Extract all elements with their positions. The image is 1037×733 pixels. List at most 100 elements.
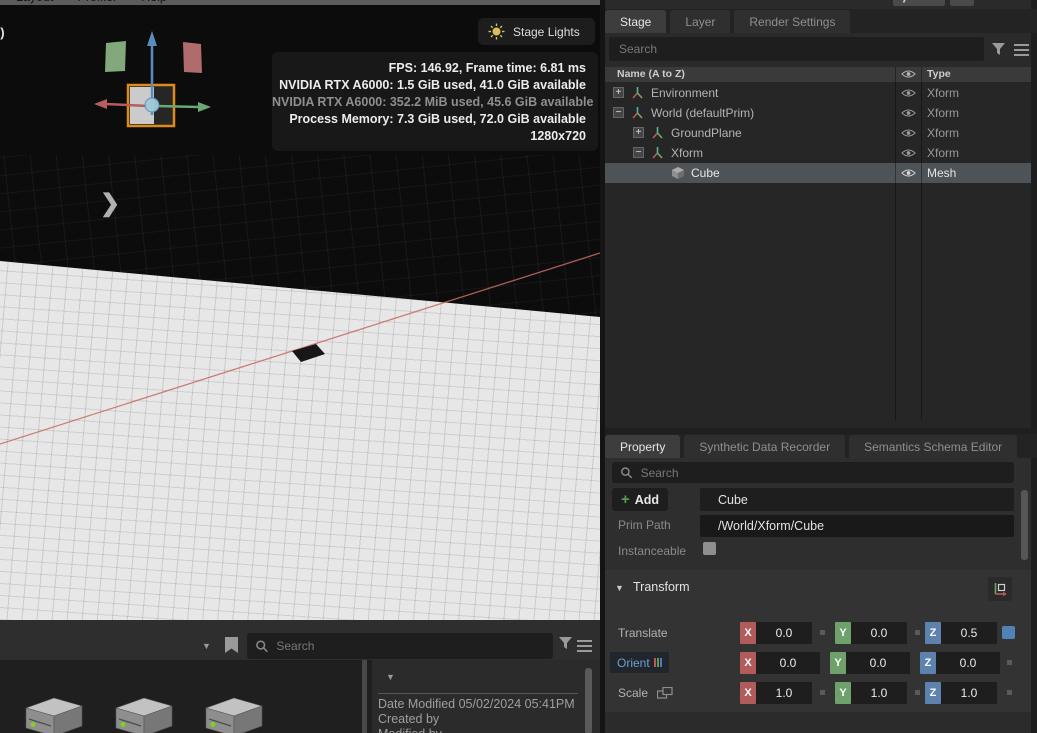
- options-menu-icon[interactable]: [577, 640, 592, 652]
- bookmark-icon[interactable]: [225, 637, 238, 653]
- transform-axis-button[interactable]: [988, 577, 1012, 601]
- stage-search-input[interactable]: [619, 42, 974, 56]
- drive-icon[interactable]: [202, 692, 264, 733]
- content-browser-search-input[interactable]: [268, 639, 545, 653]
- instanceable-checkbox[interactable]: [703, 542, 716, 555]
- tree-row-cube[interactable]: Cube Mesh: [605, 163, 1031, 183]
- scale-x-field[interactable]: 1.0: [756, 682, 812, 704]
- translate-x-field[interactable]: 0.0: [756, 622, 812, 644]
- orient-x-field[interactable]: 0.0: [756, 652, 820, 674]
- expand-icon[interactable]: +: [633, 127, 644, 138]
- prim-name: Environment: [651, 86, 718, 100]
- property-scrollbar[interactable]: [1021, 490, 1028, 560]
- prim-type: Xform: [927, 126, 959, 140]
- live-label: LIVE: [913, 0, 937, 3]
- visibility-eye-icon[interactable]: [901, 108, 916, 118]
- drives-grid: [0, 660, 362, 733]
- prim-path-field[interactable]: [700, 515, 1014, 537]
- scale-z-field[interactable]: 1.0: [941, 682, 997, 704]
- drive-icon[interactable]: [112, 692, 174, 733]
- column-name-header[interactable]: Name (A to Z): [617, 68, 685, 80]
- tree-row-xform[interactable]: − Xform Xform: [605, 143, 1031, 163]
- cache-state: ON: [1027, 0, 1037, 3]
- tab-stage[interactable]: Stage: [605, 10, 666, 33]
- separator-square: [820, 690, 825, 695]
- modified-by-text: Modified by: [378, 727, 442, 733]
- stage-tabbar: Stage Layer Render Settings: [605, 9, 1037, 33]
- titlebar-clip: LIVE CACHE: ON: [893, 0, 1037, 8]
- details-collapse-caret-icon[interactable]: ▼: [386, 672, 395, 682]
- property-search-input[interactable]: [633, 466, 1006, 480]
- scale-y-field[interactable]: 1.0: [851, 682, 907, 704]
- gizmo-plane-handle-red[interactable]: [183, 42, 202, 73]
- stage-filter-icon[interactable]: [991, 42, 1006, 57]
- content-browser-search[interactable]: [247, 633, 553, 659]
- content-browser-panel: ▼: [0, 620, 600, 733]
- prim-name: World (defaultPrim): [651, 106, 754, 120]
- gizmo-center-handle[interactable]: [145, 98, 159, 112]
- pane-splitter[interactable]: [362, 660, 367, 733]
- xform-icon: [651, 146, 664, 162]
- translate-z-field[interactable]: 0.5: [941, 622, 997, 644]
- modified-value-badge[interactable]: [1002, 626, 1015, 639]
- light-bulb-icon: [488, 23, 505, 40]
- translate-y-field[interactable]: 0.0: [851, 622, 907, 644]
- tab-render-settings[interactable]: Render Settings: [734, 10, 850, 33]
- titlebar-extra-button[interactable]: [950, 0, 974, 6]
- right-panel: LIVE CACHE: ON Stage Layer Render Settin…: [605, 0, 1037, 733]
- column-visibility-header-eye-icon[interactable]: [901, 69, 916, 79]
- orient-z-field[interactable]: 0.0: [936, 652, 1000, 674]
- toolbar-expand-chevron-icon[interactable]: ❯: [100, 189, 120, 218]
- prim-name: Xform: [671, 146, 703, 160]
- stage-options-icon[interactable]: [1014, 44, 1029, 56]
- stage-lights-button[interactable]: Stage Lights: [478, 18, 595, 45]
- column-divider: [895, 67, 896, 420]
- visibility-eye-icon[interactable]: [901, 128, 916, 138]
- menu-help[interactable]: Help: [141, 0, 167, 4]
- transform-header[interactable]: ▼ Transform: [605, 577, 1031, 601]
- details-scrollbar[interactable]: [585, 668, 592, 733]
- visibility-eye-icon[interactable]: [901, 88, 916, 98]
- drive-icon[interactable]: [22, 692, 84, 733]
- visibility-eye-icon[interactable]: [901, 168, 916, 178]
- link-scale-icon[interactable]: [657, 687, 673, 699]
- collapse-icon[interactable]: −: [633, 147, 644, 158]
- tree-row-groundplane[interactable]: + GroundPlane Xform: [605, 123, 1031, 143]
- prim-name-field[interactable]: [700, 488, 1014, 511]
- omniverse-window: Layout Profiler Help: [0, 0, 1037, 733]
- dropdown-caret-icon[interactable]: ▼: [202, 641, 211, 651]
- gizmo-plane-handle-green[interactable]: [105, 41, 126, 72]
- tab-property[interactable]: Property: [605, 435, 680, 458]
- filter-icon[interactable]: [558, 636, 573, 654]
- tab-semantics-schema-editor[interactable]: Semantics Schema Editor: [849, 435, 1017, 458]
- prim-type: Xform: [927, 146, 959, 160]
- prim-name: GroundPlane: [671, 126, 742, 140]
- column-type-header[interactable]: Type: [927, 68, 951, 80]
- gpu1-memory-stat: NVIDIA RTX A6000: 352.2 MiB used, 45.6 G…: [272, 94, 586, 111]
- add-property-button[interactable]: + Add: [612, 488, 668, 511]
- live-icon: [902, 0, 910, 3]
- visibility-eye-icon[interactable]: [901, 148, 916, 158]
- tree-row-environment[interactable]: + Environment Xform: [605, 83, 1031, 103]
- collapse-icon[interactable]: −: [613, 107, 624, 118]
- x-axis-badge: X: [740, 652, 756, 674]
- menu-profiler[interactable]: Profiler: [78, 0, 118, 4]
- orient-y-field[interactable]: 0.0: [846, 652, 910, 674]
- z-axis-badge: Z: [920, 652, 936, 674]
- xform-icon: [651, 126, 664, 142]
- tree-row-world[interactable]: − World (defaultPrim) Xform: [605, 103, 1031, 123]
- tab-synthetic-data-recorder[interactable]: Synthetic Data Recorder: [684, 435, 845, 458]
- fps-stat: FPS: 146.92, Frame time: 6.81 ms: [272, 60, 586, 77]
- expand-icon[interactable]: +: [613, 87, 624, 98]
- stage-search[interactable]: [609, 37, 984, 61]
- y-axis-badge: Y: [835, 622, 851, 644]
- live-sync-button[interactable]: LIVE: [893, 0, 945, 6]
- menu-layout[interactable]: Layout: [16, 0, 54, 4]
- tab-layer[interactable]: Layer: [670, 10, 730, 33]
- orient-mode-button[interactable]: Orient: [610, 652, 669, 673]
- axis-icon: [992, 581, 1008, 597]
- viewport-3d[interactable]: 0) ❯ Stage Lights FPS: 146.92, Frame tim…: [0, 5, 600, 620]
- scene-object[interactable]: [292, 344, 325, 362]
- property-search[interactable]: [612, 462, 1014, 483]
- collapse-caret-icon[interactable]: ▼: [615, 583, 624, 593]
